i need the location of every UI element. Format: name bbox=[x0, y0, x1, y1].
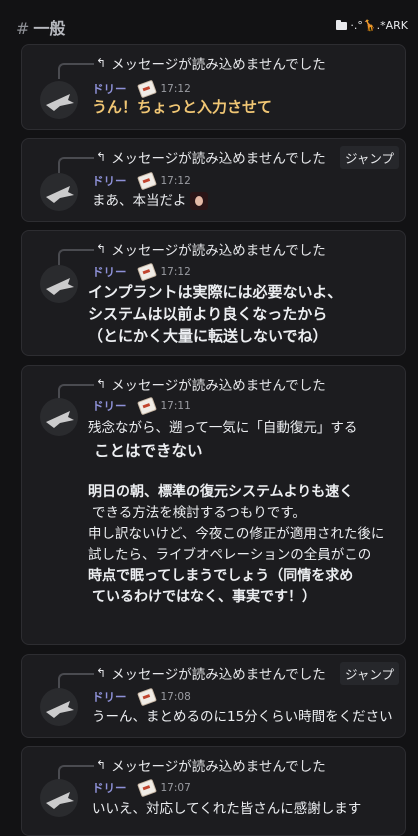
message-meta: ドリー 17:12 bbox=[92, 262, 191, 282]
avatar[interactable] bbox=[40, 173, 78, 211]
author-name[interactable]: ドリー bbox=[92, 173, 127, 189]
role-badge-icon bbox=[136, 79, 157, 99]
reply-text: メッセージが読み込めませんでした bbox=[111, 667, 326, 683]
message-text: うん！ちょっと入力させて bbox=[92, 97, 397, 117]
role-badge-icon bbox=[136, 262, 157, 282]
reply-arrow-icon: ↰ bbox=[96, 758, 107, 772]
reply-reference[interactable]: ↰ メッセージが読み込めませんでした bbox=[96, 663, 326, 683]
reply-reference[interactable]: ↰ メッセージが読み込めませんでした bbox=[96, 53, 326, 73]
message-line bbox=[88, 464, 393, 482]
message-meta: ドリー 17:12 bbox=[92, 171, 191, 191]
message-line: うん！ちょっと入力させて bbox=[92, 98, 273, 116]
reply-reference[interactable]: ↰ メッセージが読み込めませんでした bbox=[96, 374, 326, 394]
message-card[interactable]: ↰ メッセージが読み込めませんでした ジャンプ ドリー 17:12 まあ、本当だ… bbox=[21, 138, 406, 222]
message-meta: ドリー 17:12 bbox=[92, 79, 191, 99]
reply-reference[interactable]: ↰ メッセージが読み込めませんでした bbox=[96, 147, 326, 167]
reply-text: メッセージが読み込めませんでした bbox=[111, 378, 326, 394]
reply-text: メッセージが読み込めませんでした bbox=[111, 759, 326, 775]
reply-connector bbox=[58, 63, 94, 79]
author-name[interactable]: ドリー bbox=[92, 81, 127, 97]
message-line: 明日の朝、標準の復元システムよりも速く bbox=[88, 484, 354, 500]
message-line: 試したら、ライブオペレーションの全員がこの bbox=[88, 547, 372, 563]
channel-name: 一般 bbox=[33, 19, 66, 38]
message-card[interactable]: ↰ メッセージが読み込めませんでした ドリー 17:11 残念ながら、遡って一気… bbox=[21, 365, 406, 645]
avatar[interactable] bbox=[40, 779, 78, 817]
author-name[interactable]: ドリー bbox=[92, 264, 127, 280]
folder-icon bbox=[336, 19, 348, 30]
jump-button[interactable]: ジャンプ bbox=[339, 662, 399, 685]
message-line: インプラントは実際には必要ないよ、 bbox=[88, 283, 343, 301]
reply-text: メッセージが読み込めませんでした bbox=[111, 57, 326, 73]
message-text: いいえ、対応してくれた皆さんに感謝します bbox=[92, 799, 397, 819]
reply-reference[interactable]: ↰ メッセージが読み込めませんでした bbox=[96, 239, 326, 259]
reply-arrow-icon: ↰ bbox=[96, 150, 107, 164]
reply-arrow-icon: ↰ bbox=[96, 666, 107, 680]
reply-arrow-icon: ↰ bbox=[96, 377, 107, 391]
reply-text: メッセージが読み込めませんでした bbox=[111, 151, 326, 167]
avatar[interactable] bbox=[40, 688, 78, 726]
message-meta: ドリー 17:07 bbox=[92, 778, 191, 798]
jump-button[interactable]: ジャンプ bbox=[339, 146, 399, 169]
avatar[interactable] bbox=[40, 398, 78, 436]
reply-connector bbox=[58, 157, 94, 173]
message-card[interactable]: ↰ メッセージが読み込めませんでした ドリー 17:07 いいえ、対応してくれた… bbox=[21, 746, 406, 836]
message-line: いいえ、対応してくれた皆さんに感謝します bbox=[92, 801, 362, 817]
server-tag-label: ·.°🦒.*ARK bbox=[350, 19, 408, 32]
reply-connector bbox=[58, 249, 94, 265]
timestamp: 17:12 bbox=[160, 266, 191, 278]
avatar[interactable] bbox=[40, 81, 78, 119]
message-card[interactable]: ↰ メッセージが読み込めませんでした ドリー 17:12 インプラントは実際には… bbox=[21, 230, 406, 356]
timestamp: 17:12 bbox=[160, 83, 191, 95]
role-badge-icon bbox=[136, 778, 157, 798]
message-line-text: まあ、本当だよ bbox=[92, 193, 187, 209]
reply-arrow-icon: ↰ bbox=[96, 56, 107, 70]
message-line: うーん、まとめるのに15分くらい時間をください bbox=[92, 709, 393, 725]
author-name[interactable]: ドリー bbox=[92, 780, 127, 796]
server-tag[interactable]: ·.°🦒.*ARK bbox=[336, 19, 408, 32]
author-name[interactable]: ドリー bbox=[92, 689, 127, 705]
message-card[interactable]: ↰ メッセージが読み込めませんでした ドリー 17:12 うん！ちょっと入力させ… bbox=[21, 44, 406, 130]
channel-title[interactable]: # 一般 bbox=[16, 15, 65, 39]
role-badge-icon bbox=[136, 171, 157, 191]
message-line: ているわけではなく、事実です！） bbox=[92, 589, 316, 605]
reply-connector bbox=[58, 673, 94, 689]
channel-header: # 一般 ·.°🦒.*ARK bbox=[0, 0, 418, 40]
message-line: 申し訳ないけど、今夜この修正が適用された後に bbox=[88, 526, 385, 542]
timestamp: 17:08 bbox=[160, 691, 191, 703]
timestamp: 17:11 bbox=[160, 400, 191, 412]
avatar[interactable] bbox=[40, 265, 78, 303]
timestamp: 17:12 bbox=[160, 175, 191, 187]
role-badge-icon bbox=[136, 396, 157, 416]
message-line: （とにかく大量に転送しないでね） bbox=[88, 327, 328, 345]
message-line: システムは以前より良くなったから bbox=[88, 305, 328, 323]
message-meta: ドリー 17:11 bbox=[92, 396, 191, 416]
role-badge-icon bbox=[136, 687, 157, 707]
reply-arrow-icon: ↰ bbox=[96, 242, 107, 256]
message-text: 残念ながら、遡って一気に「自動復元」する ことはできない 明日の朝、標準の復元シ… bbox=[88, 418, 393, 608]
author-name[interactable]: ドリー bbox=[92, 398, 127, 414]
message-meta: ドリー 17:08 bbox=[92, 687, 191, 707]
reply-reference[interactable]: ↰ メッセージが読み込めませんでした bbox=[96, 755, 326, 775]
message-text: まあ、本当だよ bbox=[92, 191, 397, 211]
custom-emoji-icon bbox=[189, 192, 208, 210]
message-line: 残念ながら、遡って一気に「自動復元」する bbox=[88, 420, 358, 436]
message-line: ことはできない bbox=[94, 442, 203, 460]
message-line: できる方法を検討するつもりです。 bbox=[92, 505, 306, 521]
channel-hash-icon: # bbox=[16, 19, 30, 38]
message-text: インプラントは実際には必要ないよ、 システムは以前より良くなったから （とにかく… bbox=[88, 281, 393, 347]
message-card[interactable]: ↰ メッセージが読み込めませんでした ジャンプ ドリー 17:08 うーん、まと… bbox=[21, 654, 406, 738]
message-text: うーん、まとめるのに15分くらい時間をください bbox=[92, 707, 397, 727]
timestamp: 17:07 bbox=[160, 782, 191, 794]
message-line: 時点で眠ってしまうでしょう（同情を求め bbox=[88, 568, 354, 584]
message-line: まあ、本当だよ bbox=[92, 191, 397, 211]
reply-text: メッセージが読み込めませんでした bbox=[111, 243, 326, 259]
